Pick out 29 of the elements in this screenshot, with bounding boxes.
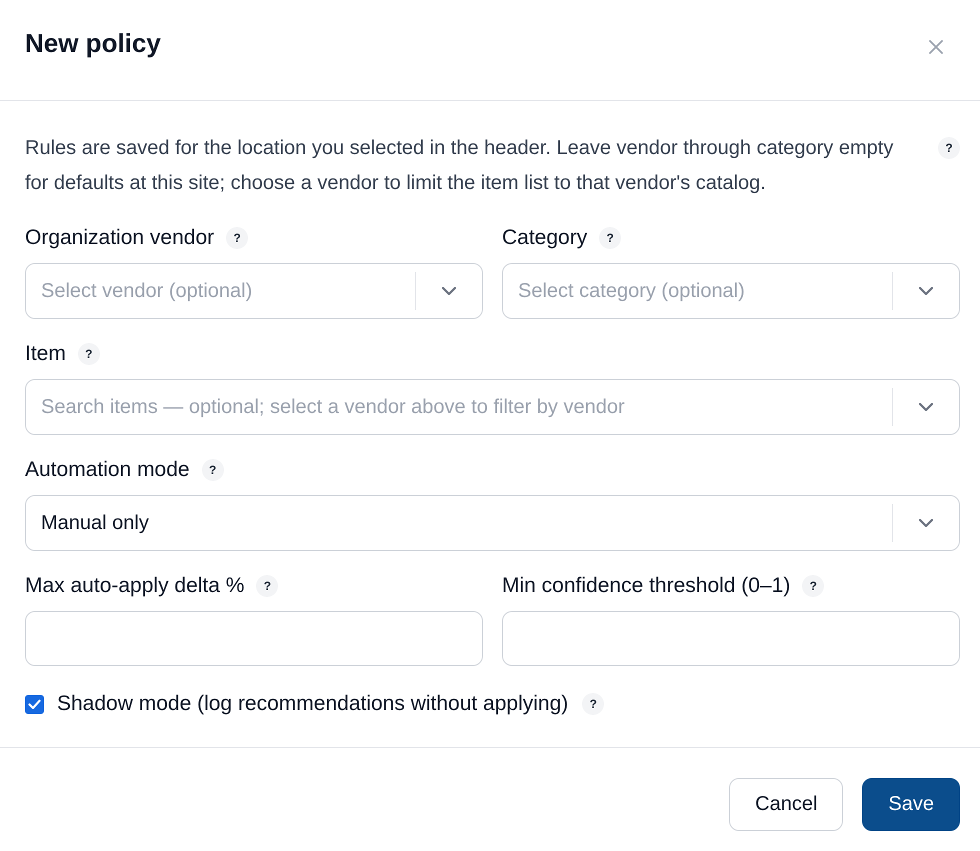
input-field[interactable] xyxy=(25,611,483,666)
description-text: Rules are saved for the location you selected in the header. Leave vendor through category empty for defaults at this site; choose a vendor to limit the item list to that vendor's catalog. xyxy=(25,136,894,196)
help-button[interactable]: ? xyxy=(226,227,248,249)
chevron-down-icon xyxy=(919,287,933,295)
checkbox-label: Shadow mode (log recommendations without applying) xyxy=(57,692,568,716)
help-button[interactable]: ? xyxy=(802,575,824,597)
chevron-down-icon xyxy=(919,403,933,411)
help-button[interactable]: ? xyxy=(256,575,278,597)
save-button[interactable]: Save xyxy=(862,778,960,831)
field-label: Item xyxy=(25,342,66,366)
checkbox[interactable] xyxy=(25,694,44,714)
help-button[interactable]: ? xyxy=(78,343,100,365)
chevron-down-icon xyxy=(919,519,933,527)
help-button[interactable]: ? xyxy=(938,137,960,159)
chevron-down-icon xyxy=(442,287,456,295)
select-field[interactable]: Manual only xyxy=(25,495,960,551)
field-label: Organization vendor xyxy=(25,226,214,250)
dialog-title: New policy xyxy=(25,28,161,58)
help-button[interactable]: ? xyxy=(582,693,604,715)
help-button[interactable]: ? xyxy=(202,459,224,481)
help-button[interactable]: ? xyxy=(599,227,622,249)
close-button[interactable] xyxy=(929,40,943,54)
field-label: Max auto-apply delta % xyxy=(25,574,244,598)
close-icon xyxy=(929,40,943,54)
field-label: Category xyxy=(502,226,588,250)
field-label: Automation mode xyxy=(25,458,190,482)
cancel-button[interactable]: Cancel xyxy=(729,778,844,831)
input-field[interactable] xyxy=(502,611,960,666)
field-label: Min confidence threshold (0–1) xyxy=(502,574,790,598)
